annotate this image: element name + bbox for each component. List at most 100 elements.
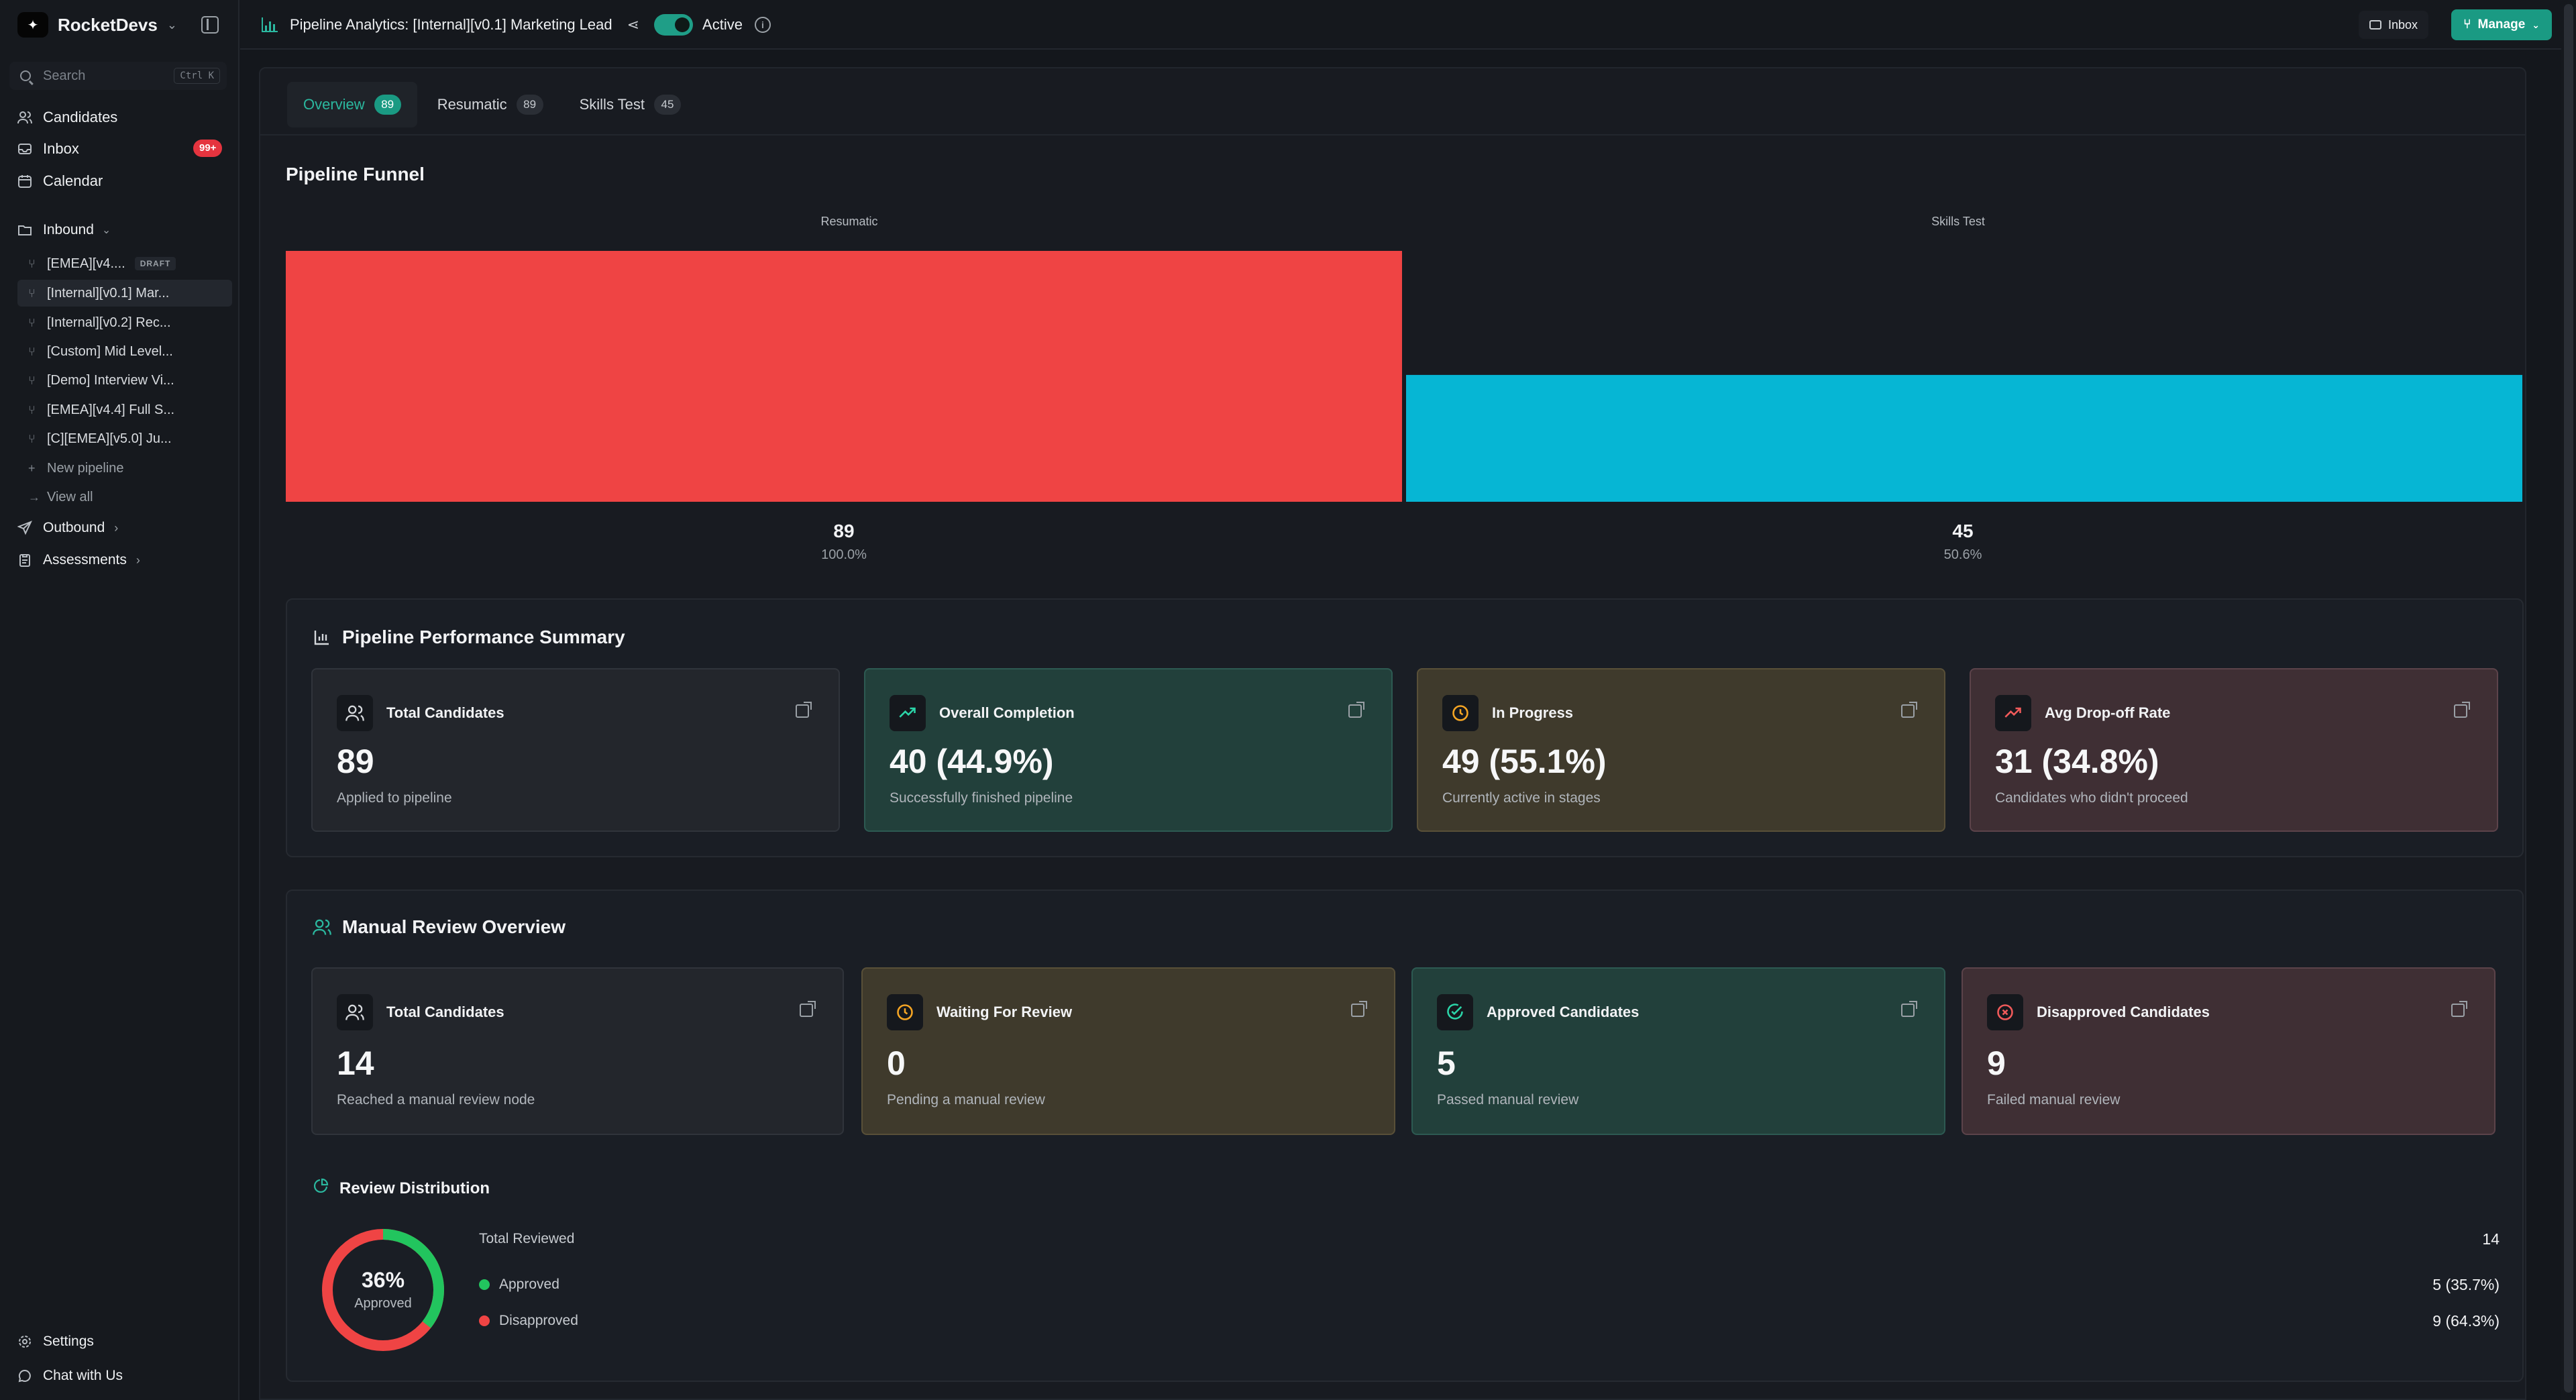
sidebar-toggle-icon[interactable] bbox=[201, 16, 219, 34]
metric-card-overall-completion[interactable]: Overall Completion 40 (44.9%) Successful… bbox=[864, 668, 1393, 832]
sidebar-item-calendar[interactable]: Calendar bbox=[17, 170, 103, 193]
distribution-disapproved-label: Disapproved bbox=[499, 1313, 578, 1328]
donut-percent: 36% bbox=[361, 1268, 405, 1292]
users-icon bbox=[313, 918, 331, 936]
pipeline-label: [EMEA][v4.... bbox=[47, 256, 125, 271]
sidebar-item-inbox[interactable]: Inbox bbox=[17, 138, 79, 160]
status-label: Active bbox=[702, 16, 743, 33]
metric-subtitle: Applied to pipeline bbox=[337, 790, 452, 806]
new-pipeline-button[interactable]: + New pipeline bbox=[17, 455, 232, 482]
sidebar-item-label: Chat with Us bbox=[43, 1368, 123, 1383]
external-link-icon[interactable] bbox=[1348, 702, 1364, 718]
sidebar-pipeline-item[interactable]: ⑂ [Custom] Mid Level... bbox=[17, 338, 232, 365]
clock-icon bbox=[887, 994, 923, 1030]
funnel-bar-skills-test[interactable] bbox=[1406, 374, 2522, 502]
approved-legend-dot bbox=[479, 1279, 490, 1290]
review-card-approved[interactable]: Approved Candidates 5 Passed manual revi… bbox=[1411, 967, 1945, 1135]
panel-title-text: Pipeline Performance Summary bbox=[342, 627, 625, 647]
review-distribution-title: Review Distribution bbox=[313, 1178, 490, 1199]
metric-card-in-progress[interactable]: In Progress 49 (55.1%) Currently active … bbox=[1417, 668, 1945, 832]
search-shortcut: Ctrl K bbox=[174, 68, 220, 84]
external-link-icon[interactable] bbox=[1901, 1001, 1917, 1017]
metric-value: 5 bbox=[1437, 1044, 1456, 1082]
sidebar-pipeline-item[interactable]: ⑂ [C][EMEA][v5.0] Ju... bbox=[17, 425, 232, 452]
metric-value: 9 bbox=[1987, 1044, 2006, 1082]
external-link-icon[interactable] bbox=[796, 702, 812, 718]
pipeline-label: [Internal][v0.1] Mar... bbox=[47, 285, 170, 301]
sidebar-pipeline-item[interactable]: ⑂ [Demo] Interview Vi... bbox=[17, 367, 232, 394]
inbox-icon bbox=[2369, 20, 2381, 30]
metric-subtitle: Candidates who didn't proceed bbox=[1995, 790, 2188, 806]
metric-value: 31 (34.8%) bbox=[1995, 743, 2159, 780]
manual-review-title: Manual Review Overview bbox=[313, 916, 566, 938]
bar-chart-icon bbox=[262, 17, 278, 32]
tabs-divider bbox=[259, 134, 2526, 136]
metric-title: Waiting For Review bbox=[936, 1004, 1073, 1020]
sidebar-section-assessments[interactable]: Assessments › bbox=[17, 549, 140, 572]
sidebar-item-candidates[interactable]: Candidates bbox=[17, 106, 117, 129]
sidebar-item-chat[interactable]: Chat with Us bbox=[17, 1364, 123, 1387]
external-link-icon[interactable] bbox=[2454, 702, 2470, 718]
page-scrollbar[interactable] bbox=[2561, 0, 2576, 1400]
tab-overview[interactable]: Overview 89 bbox=[287, 82, 417, 127]
clock-icon bbox=[1442, 695, 1479, 731]
disapproved-legend-dot bbox=[479, 1315, 490, 1326]
funnel-stage-pct: 50.6% bbox=[1943, 547, 1982, 562]
metric-value: 49 (55.1%) bbox=[1442, 743, 1607, 780]
funnel-stage-count: 45 bbox=[1952, 521, 1974, 541]
view-all-link[interactable]: → View all bbox=[17, 484, 232, 510]
tab-count: 89 bbox=[516, 95, 543, 115]
tab-count: 45 bbox=[654, 95, 682, 115]
view-all-label: View all bbox=[47, 489, 93, 504]
metric-subtitle: Successfully finished pipeline bbox=[890, 790, 1073, 806]
review-card-disapproved[interactable]: Disapproved Candidates 9 Failed manual r… bbox=[1962, 967, 2496, 1135]
external-link-icon[interactable] bbox=[1901, 702, 1917, 718]
tab-resumatic[interactable]: Resumatic 89 bbox=[421, 82, 559, 127]
sidebar-section-outbound[interactable]: Outbound › bbox=[17, 517, 118, 539]
chevron-down-icon: ⌄ bbox=[166, 17, 177, 32]
sidebar-section-label: Assessments bbox=[43, 552, 127, 568]
pipeline-label: [Custom] Mid Level... bbox=[47, 343, 173, 359]
sidebar-pipeline-item[interactable]: ⑂ [EMEA][v4.... DRAFT bbox=[17, 250, 232, 277]
chevron-right-icon: › bbox=[114, 521, 119, 535]
external-link-icon[interactable] bbox=[1351, 1001, 1367, 1017]
share-icon[interactable]: ⋖ bbox=[627, 16, 639, 34]
review-card-waiting[interactable]: Waiting For Review 0 Pending a manual re… bbox=[861, 967, 1395, 1135]
bar-chart-icon bbox=[313, 628, 331, 647]
chevron-down-icon: ⌄ bbox=[2532, 19, 2540, 30]
metric-card-total-candidates[interactable]: Total Candidates 89 Applied to pipeline bbox=[311, 668, 840, 832]
workspace-switcher[interactable]: ✦ RocketDevs ⌄ bbox=[17, 12, 177, 38]
clipboard-icon bbox=[17, 553, 32, 568]
sidebar-section-inbound[interactable]: Inbound ⌄ bbox=[17, 219, 111, 241]
sidebar-section-label: Outbound bbox=[43, 520, 105, 535]
active-toggle[interactable] bbox=[654, 14, 694, 36]
folder-icon bbox=[17, 223, 32, 237]
funnel-bar-resumatic[interactable] bbox=[286, 251, 1402, 502]
sidebar-item-label: Calendar bbox=[43, 172, 103, 189]
review-card-total-candidates[interactable]: Total Candidates 14 Reached a manual rev… bbox=[311, 967, 844, 1135]
header-inbox-button[interactable]: Inbox bbox=[2358, 11, 2428, 39]
sidebar-item-settings[interactable]: Settings bbox=[17, 1330, 94, 1353]
arrow-right-icon: → bbox=[28, 490, 40, 504]
scrollbar-thumb[interactable] bbox=[2564, 4, 2573, 1393]
search-input[interactable]: Search Ctrl K bbox=[9, 62, 227, 90]
sidebar-pipeline-item-active[interactable]: ⑂ [Internal][v0.1] Mar... bbox=[17, 280, 232, 307]
distribution-total-label: Total Reviewed bbox=[479, 1231, 575, 1246]
trending-up-icon bbox=[1995, 695, 2031, 731]
metric-card-avg-drop-off[interactable]: Avg Drop-off Rate 31 (34.8%) Candidates … bbox=[1970, 668, 2498, 832]
manage-button[interactable]: ⑂ Manage ⌄ bbox=[2451, 9, 2552, 40]
distribution-approved-label: Approved bbox=[499, 1277, 559, 1292]
sidebar-pipeline-item[interactable]: ⑂ [EMEA][v4.4] Full S... bbox=[17, 396, 232, 423]
branch-icon: ⑂ bbox=[28, 373, 36, 387]
external-link-icon[interactable] bbox=[2451, 1001, 2467, 1017]
calendar-icon bbox=[17, 174, 32, 189]
sidebar-pipeline-item[interactable]: ⑂ [Internal][v0.2] Rec... bbox=[17, 309, 232, 336]
info-icon[interactable]: i bbox=[754, 17, 771, 33]
plus-icon: + bbox=[28, 461, 36, 475]
external-link-icon[interactable] bbox=[800, 1001, 816, 1017]
users-icon bbox=[17, 110, 32, 125]
performance-summary-title: Pipeline Performance Summary bbox=[313, 627, 625, 648]
tab-skills-test[interactable]: Skills Test 45 bbox=[564, 82, 697, 127]
metric-title: Disapproved Candidates bbox=[2037, 1004, 2210, 1020]
sidebar-item-label: Inbox bbox=[43, 140, 79, 157]
